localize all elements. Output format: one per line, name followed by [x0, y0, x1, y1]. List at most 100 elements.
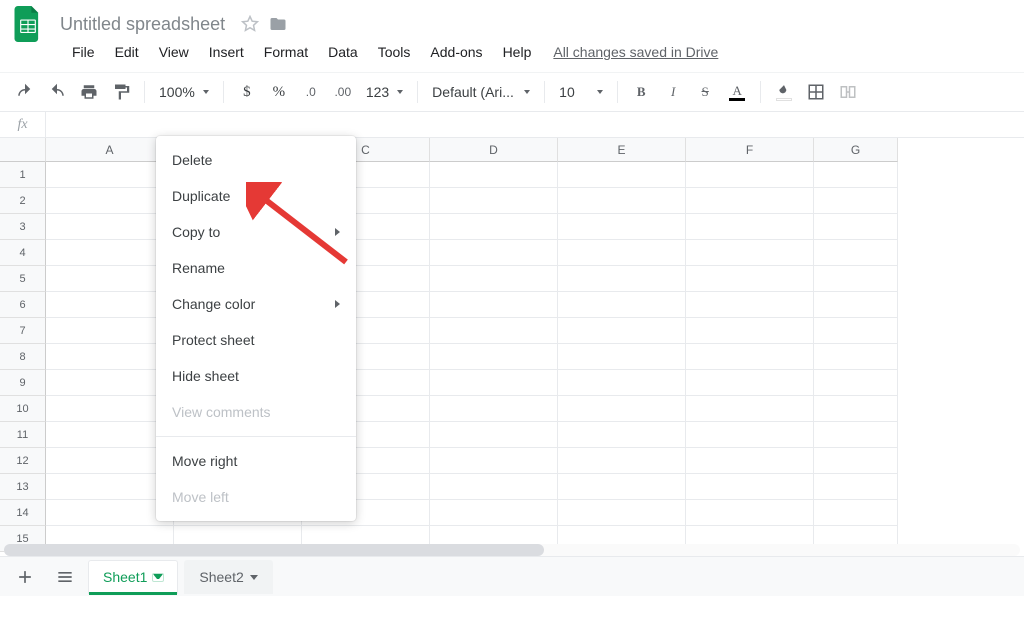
- cell[interactable]: [430, 214, 558, 240]
- borders-button[interactable]: [801, 77, 831, 107]
- row-header[interactable]: 7: [0, 318, 46, 344]
- col-header-a[interactable]: A: [46, 138, 174, 162]
- cell[interactable]: [430, 396, 558, 422]
- cell[interactable]: [46, 162, 174, 188]
- cell[interactable]: [558, 188, 686, 214]
- formula-input[interactable]: [46, 112, 1024, 137]
- cell[interactable]: [46, 370, 174, 396]
- more-formats-button[interactable]: 123: [360, 77, 409, 107]
- row-header[interactable]: 12: [0, 448, 46, 474]
- cell[interactable]: [430, 474, 558, 500]
- menu-edit[interactable]: Edit: [105, 40, 149, 64]
- sheet-tab-1[interactable]: Sheet1: [88, 560, 178, 594]
- fill-color-button[interactable]: [769, 77, 799, 107]
- row-header[interactable]: 13: [0, 474, 46, 500]
- cell[interactable]: [686, 474, 814, 500]
- italic-button[interactable]: I: [658, 77, 688, 107]
- cell[interactable]: [686, 162, 814, 188]
- cell[interactable]: [814, 292, 898, 318]
- cell[interactable]: [430, 162, 558, 188]
- cell[interactable]: [430, 500, 558, 526]
- cell[interactable]: [46, 266, 174, 292]
- cell[interactable]: [814, 500, 898, 526]
- cell[interactable]: [558, 344, 686, 370]
- cell[interactable]: [558, 292, 686, 318]
- cell[interactable]: [558, 500, 686, 526]
- cell[interactable]: [558, 162, 686, 188]
- menu-tools[interactable]: Tools: [368, 40, 421, 64]
- format-currency-button[interactable]: $: [232, 77, 262, 107]
- cell[interactable]: [46, 292, 174, 318]
- cell[interactable]: [430, 370, 558, 396]
- menu-data[interactable]: Data: [318, 40, 368, 64]
- cell[interactable]: [558, 448, 686, 474]
- row-header[interactable]: 9: [0, 370, 46, 396]
- cell[interactable]: [430, 448, 558, 474]
- cell[interactable]: [46, 474, 174, 500]
- cell[interactable]: [686, 500, 814, 526]
- cell[interactable]: [814, 162, 898, 188]
- cell[interactable]: [46, 448, 174, 474]
- cell[interactable]: [558, 422, 686, 448]
- context-menu-duplicate[interactable]: Duplicate: [156, 178, 356, 214]
- row-header[interactable]: 3: [0, 214, 46, 240]
- font-size-select[interactable]: 10: [553, 77, 609, 107]
- cell[interactable]: [814, 318, 898, 344]
- context-menu-move-right[interactable]: Move right: [156, 443, 356, 479]
- col-header-f[interactable]: F: [686, 138, 814, 162]
- cell[interactable]: [686, 188, 814, 214]
- cell[interactable]: [686, 240, 814, 266]
- cell[interactable]: [430, 266, 558, 292]
- cell[interactable]: [558, 396, 686, 422]
- undo-button[interactable]: [10, 77, 40, 107]
- cell[interactable]: [686, 422, 814, 448]
- increase-decimal-button[interactable]: .00: [328, 77, 358, 107]
- cell[interactable]: [814, 474, 898, 500]
- cell[interactable]: [814, 214, 898, 240]
- col-header-g[interactable]: G: [814, 138, 898, 162]
- cell[interactable]: [686, 448, 814, 474]
- cell[interactable]: [814, 422, 898, 448]
- select-all-corner[interactable]: [0, 138, 46, 162]
- font-select[interactable]: Default (Ari...: [426, 77, 536, 107]
- row-header[interactable]: 11: [0, 422, 46, 448]
- move-to-folder-icon[interactable]: [269, 15, 287, 33]
- col-header-d[interactable]: D: [430, 138, 558, 162]
- cell[interactable]: [46, 422, 174, 448]
- cell[interactable]: [814, 266, 898, 292]
- row-header[interactable]: 5: [0, 266, 46, 292]
- decrease-decimal-button[interactable]: .0: [296, 77, 326, 107]
- cell[interactable]: [46, 396, 174, 422]
- cell[interactable]: [430, 292, 558, 318]
- horizontal-scrollbar[interactable]: [4, 544, 1020, 556]
- cell[interactable]: [814, 188, 898, 214]
- menu-addons[interactable]: Add-ons: [420, 40, 492, 64]
- cell[interactable]: [686, 292, 814, 318]
- cell[interactable]: [686, 344, 814, 370]
- context-menu-hide-sheet[interactable]: Hide sheet: [156, 358, 356, 394]
- cell[interactable]: [430, 344, 558, 370]
- menu-help[interactable]: Help: [493, 40, 542, 64]
- cell[interactable]: [686, 370, 814, 396]
- cell[interactable]: [814, 448, 898, 474]
- cell[interactable]: [686, 396, 814, 422]
- context-menu-delete[interactable]: Delete: [156, 142, 356, 178]
- row-header[interactable]: 14: [0, 500, 46, 526]
- redo-button[interactable]: [42, 77, 72, 107]
- text-color-button[interactable]: A: [722, 77, 752, 107]
- cell[interactable]: [430, 318, 558, 344]
- cell[interactable]: [558, 214, 686, 240]
- sheet-tab-2[interactable]: Sheet2: [184, 560, 272, 594]
- cell[interactable]: [558, 474, 686, 500]
- context-menu-copy-to[interactable]: Copy to: [156, 214, 356, 250]
- cell[interactable]: [814, 344, 898, 370]
- col-header-e[interactable]: E: [558, 138, 686, 162]
- zoom-select[interactable]: 100%: [153, 77, 215, 107]
- cell[interactable]: [558, 240, 686, 266]
- cell[interactable]: [430, 422, 558, 448]
- row-header[interactable]: 10: [0, 396, 46, 422]
- row-header[interactable]: 8: [0, 344, 46, 370]
- paint-format-button[interactable]: [106, 77, 136, 107]
- row-header[interactable]: 4: [0, 240, 46, 266]
- all-sheets-button[interactable]: [48, 560, 82, 594]
